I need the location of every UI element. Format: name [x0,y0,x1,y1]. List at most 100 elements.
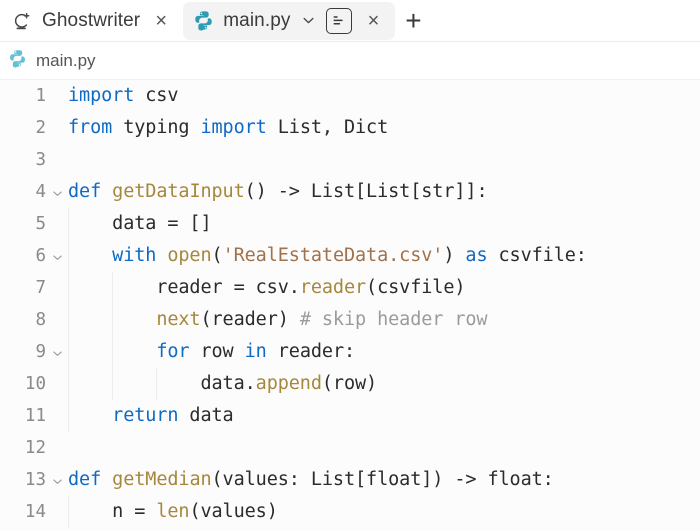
code-line[interactable]: 6 with open('RealEstateData.csv') as csv… [0,240,700,272]
token-kw: def [68,469,102,490]
code-text[interactable]: def getMedian(values: List[float]) -> fl… [68,464,700,496]
code-line[interactable]: 11 return data [0,400,700,432]
token-txt: data. [68,373,256,394]
token-txt: (reader) [200,309,300,330]
token-fn: open [167,245,212,266]
token-fn: len [156,501,190,522]
code-line[interactable]: 10 data.append(row) [0,368,700,400]
token-txt: typing [112,117,201,138]
tab-bar: Ghostwriter × main.py × + [0,0,700,42]
python-icon [192,10,214,32]
token-txt: (values: List[float]) -> float: [211,469,554,490]
code-text[interactable]: next(reader) # skip header row [68,304,700,336]
line-number: 14 [24,502,46,522]
code-line[interactable]: 8 next(reader) # skip header row [0,304,700,336]
code-text[interactable]: with open('RealEstateData.csv') as csvfi… [68,240,700,272]
code-line[interactable]: 13 def getMedian(values: List[float]) -> … [0,464,700,496]
new-tab-button[interactable]: + [395,4,431,38]
tab-ghostwriter-close-icon[interactable]: × [149,9,173,33]
tab-ghostwriter[interactable]: Ghostwriter × [2,2,183,40]
outline-icon[interactable] [326,7,353,34]
tab-main-py[interactable]: main.py × [183,1,396,40]
token-txt: data = [] [68,213,212,234]
tab-main-py-label: main.py [223,9,291,31]
line-number: 1 [35,86,46,106]
token-fn: next [156,309,201,330]
token-str: 'RealEstateData.csv' [222,245,444,266]
token-kw: return [112,405,179,426]
code-text[interactable]: n = len(values) [68,496,700,528]
line-number: 5 [35,214,46,234]
token-cmt: # skip header row [299,309,488,330]
line-number: 12 [24,438,46,458]
code-editor[interactable]: 1 import csv 2 from typing import List, Dic… [0,80,700,531]
python-icon [8,49,27,73]
line-number: 4 [35,182,46,202]
token-kw: import [68,85,135,106]
code-line[interactable]: 9 for row in reader: [0,336,700,368]
token-kw: def [68,181,102,202]
code-line[interactable]: 14 n = len(values) [0,496,700,528]
token-txt: csvfile: [487,245,587,266]
line-number: 13 [24,470,46,490]
token-txt: List, Dict [266,117,389,138]
ghostwriter-icon [11,10,33,32]
token-fn: append [255,373,322,394]
token-txt: ) [443,245,466,266]
token-txt: () -> List[List[str]]: [244,181,488,202]
token-fn: reader [299,277,367,298]
token-kw: with [112,245,157,266]
token-txt: ( [211,245,223,266]
token-kw: as [465,245,488,266]
token-fn: getDataInput [112,181,245,202]
token-fn: getMedian [112,469,212,490]
code-text[interactable]: import csv [68,80,700,112]
code-text[interactable]: reader = csv.reader(csvfile) [68,272,700,304]
code-text[interactable]: data = [] [68,208,700,240]
breadcrumb: main.py [0,42,700,80]
code-line[interactable]: 12 [0,432,700,464]
code-line[interactable]: 2 from typing import List, Dict [0,112,700,144]
fold-chevron-down-icon[interactable] [46,241,68,273]
code-line[interactable]: 5 data = [] [0,208,700,240]
tab-main-py-close-icon[interactable]: × [361,9,385,33]
code-line[interactable]: 1 import csv [0,80,700,112]
breadcrumb-file-label[interactable]: main.py [36,51,96,71]
chevron-down-icon[interactable] [299,12,317,30]
token-txt: (values) [189,501,278,522]
fold-chevron-down-icon[interactable] [46,177,68,209]
token-txt: csv [134,85,179,106]
line-number: 9 [35,342,46,362]
token-txt: (csvfile) [366,277,466,298]
code-line[interactable]: 3 [0,144,700,176]
token-kw: in [244,341,267,362]
code-line[interactable]: 4 def getDataInput() -> List[List[str]]: [0,176,700,208]
code-text[interactable]: from typing import List, Dict [68,112,700,144]
code-text[interactable]: return data [68,400,700,432]
token-txt: reader: [266,341,356,362]
token-txt: (row) [321,373,378,394]
fold-chevron-down-icon[interactable] [46,337,68,369]
token-kw: from [68,117,113,138]
code-lines[interactable]: 1 import csv 2 from typing import List, Dic… [0,80,700,528]
token-txt: row [189,341,245,362]
code-line[interactable]: 7 reader = csv.reader(csvfile) [0,272,700,304]
code-text[interactable]: data.append(row) [68,368,700,400]
line-number: 10 [24,374,46,394]
line-number: 8 [35,310,46,330]
fold-chevron-down-icon[interactable] [46,465,68,497]
token-txt: n = [68,501,157,522]
code-text[interactable]: for row in reader: [68,336,700,368]
token-kw: import [200,117,267,138]
token-kw: for [156,341,190,362]
code-text[interactable]: def getDataInput() -> List[List[str]]: [68,176,700,208]
tab-ghostwriter-label: Ghostwriter [42,9,141,31]
line-number: 11 [24,406,46,426]
token-txt: reader = csv. [68,277,300,298]
